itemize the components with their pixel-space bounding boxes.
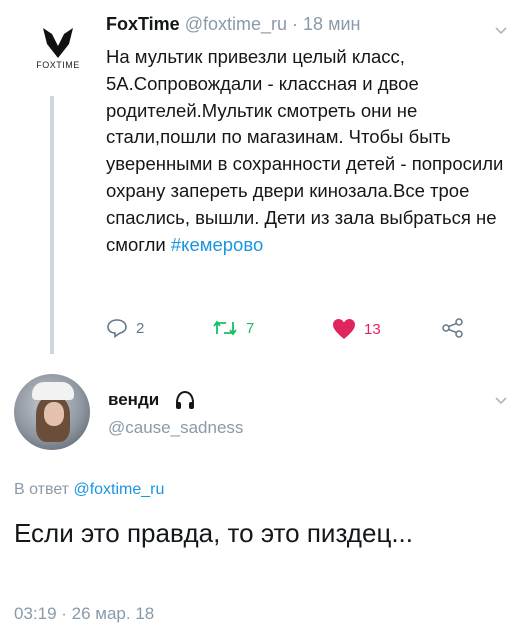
reply-author-handle[interactable]: @cause_sadness [108,418,243,438]
reply-timestamp[interactable]: 03:19 · 26 мар. 18 [14,604,154,624]
thread-line [50,96,54,354]
fox-logo-icon [43,28,73,58]
replying-to-handle[interactable]: @foxtime_ru [73,481,164,498]
fox-logo-text: FOXTIME [36,60,80,70]
chevron-down-icon[interactable] [494,394,508,408]
tweet-time[interactable]: 18 мин [303,14,360,34]
replying-prefix: В ответ [14,481,74,498]
like-button[interactable]: 13 [332,318,381,340]
share-button[interactable] [442,318,472,338]
reply-author-name[interactable]: венди [108,390,159,410]
retweet-button[interactable]: 7 [212,318,254,338]
chevron-down-icon[interactable] [494,24,508,38]
retweet-icon [213,320,237,336]
author-name[interactable]: FoxTime [106,14,180,34]
replying-to: В ответ @foxtime_ru [14,481,164,499]
reply-icon [107,319,127,338]
headphones-icon [176,390,194,409]
reply-count: 2 [136,319,145,337]
tweet-actions: 2 7 13 [106,318,486,348]
separator-dot: · [292,14,299,34]
tweet-header: FoxTime @foxtime_ru · 18 мин [106,14,360,35]
share-icon [442,318,463,338]
reply-button[interactable]: 2 [106,318,144,338]
tweet-text: На мультик привезли целый класс, 5А.Сопр… [106,44,510,258]
tweet-text-content: На мультик привезли целый класс, 5А.Сопр… [106,46,504,255]
hashtag-link[interactable]: #кемерово [171,234,263,255]
avatar-cap [32,382,74,400]
reply-avatar[interactable] [14,374,90,450]
reply-text: Если это правда, то это пиздец... [14,518,414,548]
like-count: 13 [364,320,381,338]
avatar-face [44,402,64,426]
heart-icon [333,319,355,339]
foxtime-avatar[interactable]: FOXTIME [18,28,98,88]
retweet-count: 7 [246,319,255,337]
author-handle[interactable]: @foxtime_ru [185,14,287,34]
